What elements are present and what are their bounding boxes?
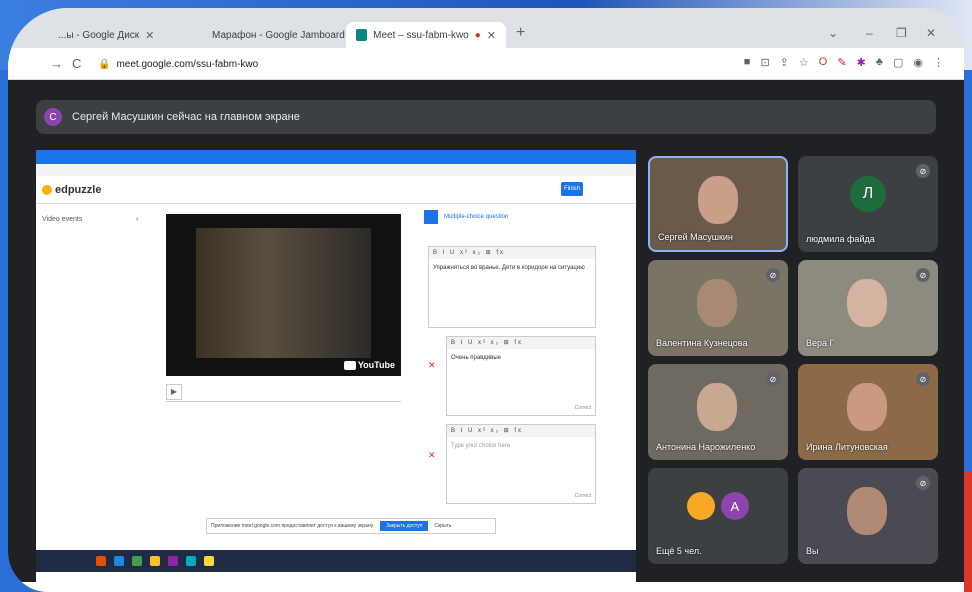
youtube-icon <box>343 360 356 370</box>
reload-icon[interactable]: C <box>72 56 81 71</box>
bottom-strip <box>8 582 964 592</box>
participant-video <box>847 279 887 328</box>
share-icon[interactable]: ⇪ <box>780 56 789 69</box>
maximize-icon[interactable]: ❐ <box>896 26 907 40</box>
forward-icon[interactable]: → <box>50 56 63 71</box>
participant-video <box>847 383 887 432</box>
recording-icon: ● <box>474 29 481 41</box>
edpuzzle-logo: edpuzzle <box>42 184 101 196</box>
mic-off-icon: ⊘ <box>916 476 930 490</box>
video-player[interactable]: YouTube <box>166 214 401 376</box>
new-tab-icon[interactable]: + <box>516 24 525 42</box>
app-icon[interactable] <box>114 556 124 566</box>
pen-icon[interactable]: ✎ <box>837 56 846 69</box>
shared-screen: edpuzzle Finish Video events ‹ YouTube ▶… <box>36 150 636 582</box>
participant-tile[interactable]: ⊘ Ирина Литуновская <box>798 364 938 460</box>
extension-icon[interactable]: ✱ <box>857 56 866 69</box>
browser-window: ...ы - Google Диск ✕ Марафон - Google Jam… <box>8 8 964 592</box>
app-icon[interactable] <box>186 556 196 566</box>
avatar: А <box>720 492 749 521</box>
app-icon[interactable] <box>168 556 178 566</box>
question-type[interactable]: Multiple-choice question <box>424 210 624 224</box>
edpuzzle-header: edpuzzle Finish <box>36 176 636 204</box>
participant-tile[interactable]: ⊘ Валентина Кузнецова <box>648 260 788 356</box>
tab-jamboard[interactable]: Марафон - Google Jamboard✕ <box>196 22 360 48</box>
banner-text: Сергей Масушкин сейчас на главном экране <box>72 111 300 123</box>
menu-icon[interactable]: ⋮ <box>933 56 944 69</box>
tab-google-drive[interactable]: ...ы - Google Диск ✕ <box>48 22 196 48</box>
close-icon[interactable]: ✕ <box>428 450 436 461</box>
mic-off-icon: ⊘ <box>766 372 780 386</box>
puzzle-icon[interactable]: ♣ <box>876 56 883 69</box>
more-participants-tile[interactable]: А Ещё 5 чел. <box>648 468 788 564</box>
sidebar-icon[interactable]: ▢ <box>893 56 903 69</box>
address-bar-row: → C 🔒 meet.google.com/ssu-fabm-kwo ■ ⊡ ⇪… <box>8 48 964 80</box>
mic-off-icon: ⊘ <box>766 268 780 282</box>
shared-tab-strip <box>36 150 636 164</box>
avatar: С <box>44 108 62 126</box>
screen-share-notification: Приложение meet.google.com предоставляет… <box>206 518 496 534</box>
stop-sharing-button[interactable]: Закрыть доступ <box>380 521 429 531</box>
meet-icon <box>356 29 368 41</box>
video-events-sidebar: Video events ‹ <box>42 216 139 223</box>
close-icon[interactable]: ✕ <box>428 360 436 371</box>
chevron-left-icon[interactable]: ‹ <box>136 216 138 223</box>
mic-off-icon: ⊘ <box>916 372 930 386</box>
mic-off-icon: ⊘ <box>916 164 930 178</box>
windows-taskbar <box>36 550 636 572</box>
participant-tile[interactable]: Сергей Масушкин <box>648 156 788 252</box>
avatar[interactable]: ◉ <box>913 56 923 69</box>
answer-editor[interactable]: B I U x² x₂ ⊞ fx Очень правдивые Correct <box>446 336 596 416</box>
app-icon[interactable] <box>204 556 214 566</box>
app-icon[interactable] <box>96 556 106 566</box>
cast-icon[interactable]: ⊡ <box>760 56 769 69</box>
app-icon[interactable] <box>132 556 142 566</box>
presenting-banner: С Сергей Масушкин сейчас на главном экра… <box>36 100 936 134</box>
logo-icon <box>42 184 52 195</box>
close-icon[interactable]: ✕ <box>487 29 496 42</box>
tab-strip: ...ы - Google Диск ✕ Марафон - Google Jam… <box>8 8 964 48</box>
participant-tile[interactable]: ⊘ Вера Г <box>798 260 938 356</box>
question-editor[interactable]: B I U x² x₂ ⊞ fx Упражняться во вранье. … <box>428 246 596 328</box>
participant-video <box>697 279 737 328</box>
lock-icon: 🔒 <box>98 58 111 70</box>
chevron-down-icon[interactable]: ⌄ <box>828 26 838 40</box>
camera-icon[interactable]: ■ <box>744 56 751 69</box>
meet-stage: С Сергей Масушкин сейчас на главном экра… <box>8 80 964 592</box>
question-icon <box>424 210 438 224</box>
hide-button[interactable]: Скрыть <box>434 523 451 529</box>
video-frame <box>196 228 371 358</box>
finish-button[interactable]: Finish <box>561 182 583 196</box>
participant-tile[interactable]: ⊘ Антонина Нарожиленко <box>648 364 788 460</box>
mic-off-icon: ⊘ <box>916 268 930 282</box>
participant-video <box>697 383 737 432</box>
participant-tile[interactable]: Л ⊘ людмила файда <box>798 156 938 252</box>
star-icon[interactable]: ☆ <box>799 56 809 69</box>
app-icon[interactable] <box>150 556 160 566</box>
question-panel: Multiple-choice question B I U x² x₂ ⊞ f… <box>424 210 624 540</box>
youtube-logo: YouTube <box>343 360 395 370</box>
minimize-icon[interactable]: – <box>866 26 873 40</box>
participant-video <box>697 176 738 225</box>
close-icon[interactable]: ✕ <box>145 29 154 42</box>
video-timeline[interactable]: ▶ <box>166 382 401 402</box>
play-icon[interactable]: ▶ <box>166 383 182 400</box>
tab-meet[interactable]: Meet – ssu-fabm-kwo ● ✕ <box>346 22 506 48</box>
participant-video <box>847 487 887 536</box>
opera-icon[interactable]: O <box>819 56 828 69</box>
shared-address-bar <box>36 164 636 176</box>
avatar <box>687 492 716 521</box>
avatar: Л <box>850 176 886 213</box>
answer-editor[interactable]: B I U x² x₂ ⊞ fx Type your choice here C… <box>446 424 596 504</box>
extension-icons: ■ ⊡ ⇪ ☆ O ✎ ✱ ♣ ▢ ◉ ⋮ <box>744 56 944 69</box>
close-window-icon[interactable]: ✕ <box>926 26 936 40</box>
self-tile[interactable]: ⊘ Вы <box>798 468 938 564</box>
omnibox[interactable]: 🔒 meet.google.com/ssu-fabm-kwo <box>98 53 578 75</box>
